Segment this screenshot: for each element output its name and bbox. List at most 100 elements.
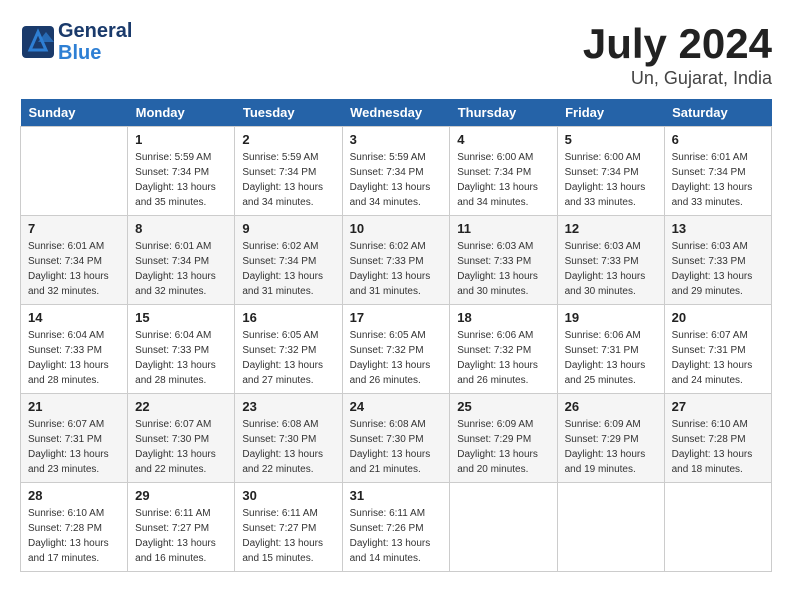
week-row-5: 28 Sunrise: 6:10 AM Sunset: 7:28 PM Dayli… [21,483,772,572]
day-cell: 15 Sunrise: 6:04 AM Sunset: 7:33 PM Dayli… [128,305,235,394]
weekday-header-sunday: Sunday [21,99,128,127]
day-info: Sunrise: 6:11 AM Sunset: 7:27 PM Dayligh… [242,506,334,566]
day-cell: 19 Sunrise: 6:06 AM Sunset: 7:31 PM Dayli… [557,305,664,394]
day-info: Sunrise: 6:01 AM Sunset: 7:34 PM Dayligh… [28,239,120,299]
day-number: 8 [135,221,227,236]
logo: General Blue [20,20,132,64]
day-number: 29 [135,488,227,503]
week-row-1: 1 Sunrise: 5:59 AM Sunset: 7:34 PM Daylig… [21,127,772,216]
day-cell: 3 Sunrise: 5:59 AM Sunset: 7:34 PM Daylig… [342,127,450,216]
logo-name-general: General [58,20,132,42]
day-number: 1 [135,132,227,147]
day-info: Sunrise: 6:06 AM Sunset: 7:32 PM Dayligh… [457,328,549,388]
weekday-header-saturday: Saturday [664,99,771,127]
day-number: 28 [28,488,120,503]
day-number: 3 [350,132,443,147]
day-info: Sunrise: 6:08 AM Sunset: 7:30 PM Dayligh… [242,417,334,477]
day-cell: 20 Sunrise: 6:07 AM Sunset: 7:31 PM Dayli… [664,305,771,394]
day-number: 23 [242,399,334,414]
day-number: 13 [672,221,764,236]
day-cell: 10 Sunrise: 6:02 AM Sunset: 7:33 PM Dayli… [342,216,450,305]
day-cell: 9 Sunrise: 6:02 AM Sunset: 7:34 PM Daylig… [235,216,342,305]
day-info: Sunrise: 6:10 AM Sunset: 7:28 PM Dayligh… [672,417,764,477]
day-info: Sunrise: 6:03 AM Sunset: 7:33 PM Dayligh… [672,239,764,299]
day-cell: 23 Sunrise: 6:08 AM Sunset: 7:30 PM Dayli… [235,394,342,483]
day-cell: 2 Sunrise: 5:59 AM Sunset: 7:34 PM Daylig… [235,127,342,216]
day-cell: 6Sunrise: 6:01 AM Sunset: 7:34 PM Daylig… [664,127,771,216]
day-cell [450,483,557,572]
day-info: Sunrise: 6:04 AM Sunset: 7:33 PM Dayligh… [28,328,120,388]
day-cell: 1 Sunrise: 5:59 AM Sunset: 7:34 PM Daylig… [128,127,235,216]
day-cell: 27 Sunrise: 6:10 AM Sunset: 7:28 PM Dayli… [664,394,771,483]
day-number: 9 [242,221,334,236]
day-cell: 17Sunrise: 6:05 AM Sunset: 7:32 PM Dayli… [342,305,450,394]
day-number: 17 [350,310,443,325]
day-number: 4 [457,132,549,147]
day-number: 7 [28,221,120,236]
day-cell [557,483,664,572]
day-cell: 14 Sunrise: 6:04 AM Sunset: 7:33 PM Dayli… [21,305,128,394]
day-number: 2 [242,132,334,147]
day-info: Sunrise: 6:06 AM Sunset: 7:31 PM Dayligh… [565,328,657,388]
location-title: Un, Gujarat, India [583,68,772,89]
day-info: Sunrise: 5:59 AM Sunset: 7:34 PM Dayligh… [350,150,443,210]
logo-icon [20,24,56,60]
day-info: Sunrise: 6:02 AM Sunset: 7:34 PM Dayligh… [242,239,334,299]
day-number: 21 [28,399,120,414]
week-row-2: 7 Sunrise: 6:01 AM Sunset: 7:34 PM Daylig… [21,216,772,305]
day-info: Sunrise: 5:59 AM Sunset: 7:34 PM Dayligh… [242,150,334,210]
day-cell: 26 Sunrise: 6:09 AM Sunset: 7:29 PM Dayli… [557,394,664,483]
day-info: Sunrise: 6:05 AM Sunset: 7:32 PM Dayligh… [242,328,334,388]
day-number: 27 [672,399,764,414]
day-info: Sunrise: 6:09 AM Sunset: 7:29 PM Dayligh… [565,417,657,477]
day-cell: 5Sunrise: 6:00 AM Sunset: 7:34 PM Daylig… [557,127,664,216]
day-number: 31 [350,488,443,503]
day-info: Sunrise: 6:07 AM Sunset: 7:31 PM Dayligh… [672,328,764,388]
day-info: Sunrise: 6:07 AM Sunset: 7:30 PM Dayligh… [135,417,227,477]
day-cell: 11 Sunrise: 6:03 AM Sunset: 7:33 PM Dayli… [450,216,557,305]
day-cell: 24 Sunrise: 6:08 AM Sunset: 7:30 PM Dayli… [342,394,450,483]
day-number: 14 [28,310,120,325]
day-cell: 30Sunrise: 6:11 AM Sunset: 7:27 PM Dayli… [235,483,342,572]
logo-name-blue: Blue [58,42,132,64]
day-cell: 12Sunrise: 6:03 AM Sunset: 7:33 PM Dayli… [557,216,664,305]
day-cell: 31 Sunrise: 6:11 AM Sunset: 7:26 PM Dayli… [342,483,450,572]
day-info: Sunrise: 6:04 AM Sunset: 7:33 PM Dayligh… [135,328,227,388]
day-info: Sunrise: 6:10 AM Sunset: 7:28 PM Dayligh… [28,506,120,566]
day-cell: 16Sunrise: 6:05 AM Sunset: 7:32 PM Dayli… [235,305,342,394]
day-number: 18 [457,310,549,325]
day-info: Sunrise: 6:03 AM Sunset: 7:33 PM Dayligh… [457,239,549,299]
weekday-header-row: SundayMondayTuesdayWednesdayThursdayFrid… [21,99,772,127]
day-number: 25 [457,399,549,414]
day-cell: 4 Sunrise: 6:00 AM Sunset: 7:34 PM Daylig… [450,127,557,216]
weekday-header-wednesday: Wednesday [342,99,450,127]
day-number: 24 [350,399,443,414]
day-number: 11 [457,221,549,236]
day-cell: 8Sunrise: 6:01 AM Sunset: 7:34 PM Daylig… [128,216,235,305]
day-cell: 7 Sunrise: 6:01 AM Sunset: 7:34 PM Daylig… [21,216,128,305]
day-number: 15 [135,310,227,325]
day-number: 19 [565,310,657,325]
weekday-header-friday: Friday [557,99,664,127]
page-header: General Blue July 2024 Un, Gujarat, Indi… [20,20,772,89]
day-cell [21,127,128,216]
day-info: Sunrise: 6:09 AM Sunset: 7:29 PM Dayligh… [457,417,549,477]
day-info: Sunrise: 6:07 AM Sunset: 7:31 PM Dayligh… [28,417,120,477]
weekday-header-monday: Monday [128,99,235,127]
day-cell: 28 Sunrise: 6:10 AM Sunset: 7:28 PM Dayli… [21,483,128,572]
day-number: 22 [135,399,227,414]
day-info: Sunrise: 6:00 AM Sunset: 7:34 PM Dayligh… [457,150,549,210]
day-info: Sunrise: 5:59 AM Sunset: 7:34 PM Dayligh… [135,150,227,210]
day-number: 12 [565,221,657,236]
day-number: 5 [565,132,657,147]
weekday-header-thursday: Thursday [450,99,557,127]
day-cell: 13 Sunrise: 6:03 AM Sunset: 7:33 PM Dayli… [664,216,771,305]
day-cell [664,483,771,572]
day-number: 20 [672,310,764,325]
day-number: 10 [350,221,443,236]
day-number: 26 [565,399,657,414]
day-info: Sunrise: 6:11 AM Sunset: 7:26 PM Dayligh… [350,506,443,566]
day-info: Sunrise: 6:08 AM Sunset: 7:30 PM Dayligh… [350,417,443,477]
calendar-table: SundayMondayTuesdayWednesdayThursdayFrid… [20,99,772,572]
day-info: Sunrise: 6:02 AM Sunset: 7:33 PM Dayligh… [350,239,443,299]
